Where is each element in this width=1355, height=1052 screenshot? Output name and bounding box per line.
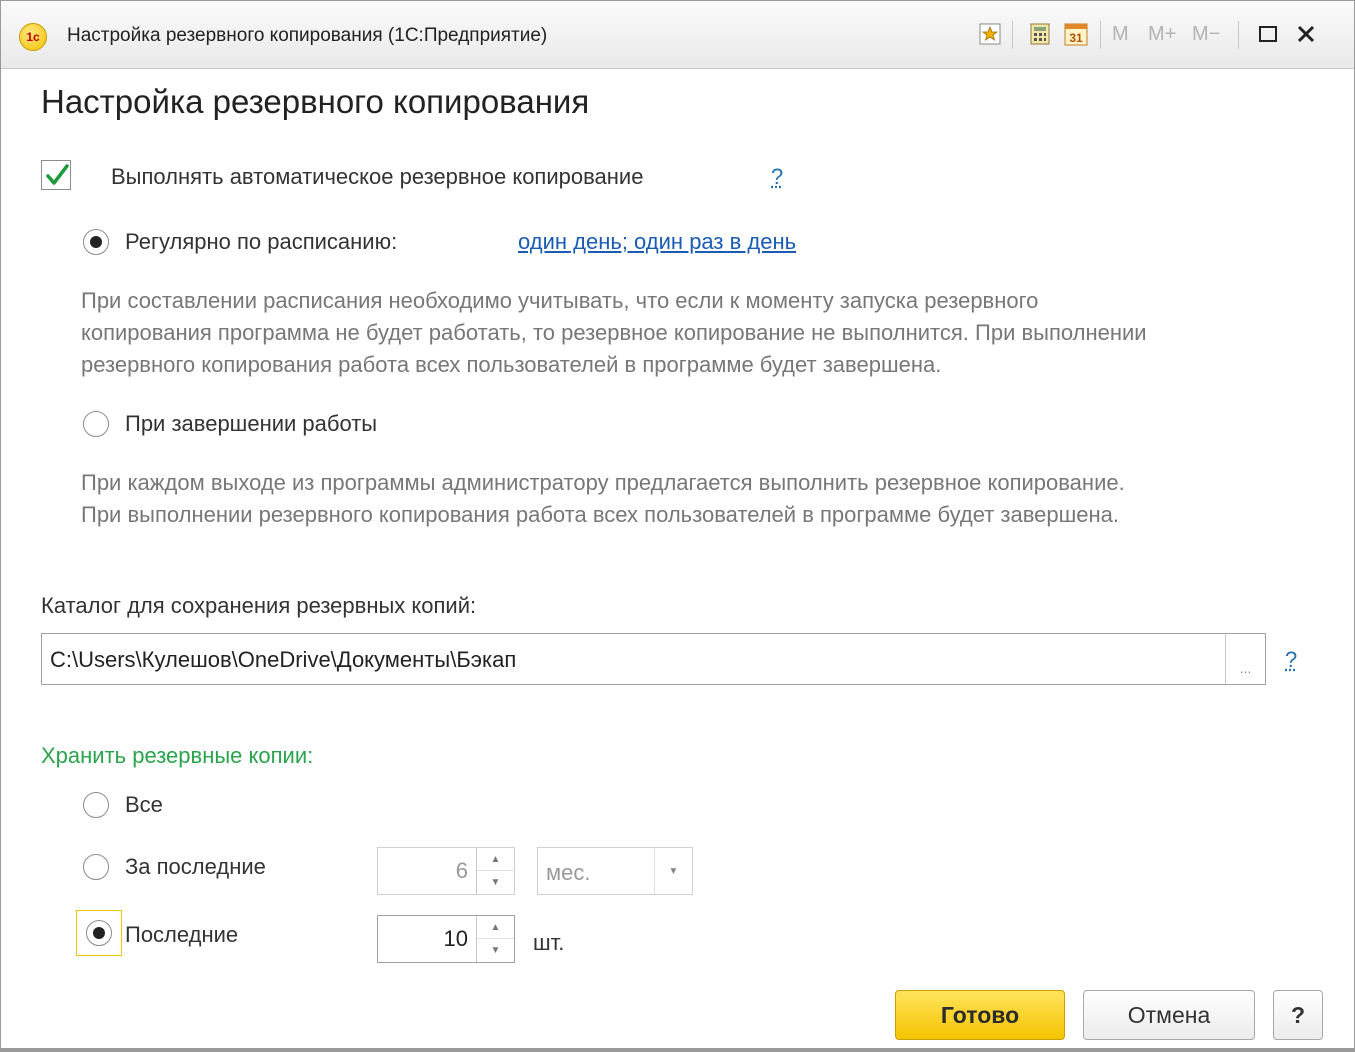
directory-input[interactable]: C:\Users\Кулешов\OneDrive\Документы\Бэка…	[41, 633, 1266, 685]
memory-m-button[interactable]: M	[1112, 23, 1129, 46]
memory-minus-button[interactable]: M−	[1192, 23, 1220, 46]
period-value: 6	[455, 858, 468, 883]
schedule-hint-line: резервного копирования работа всех польз…	[81, 352, 942, 377]
shutdown-radio[interactable]	[83, 411, 109, 437]
browse-button-label: ...	[1239, 660, 1252, 676]
keep-last-label[interactable]: Последние	[125, 922, 238, 948]
cancel-button[interactable]: Отмена	[1083, 990, 1255, 1040]
help-button[interactable]: ?	[1273, 990, 1323, 1040]
period-stepper-arrows: ▲ ▼	[476, 848, 514, 894]
shutdown-hint-line: При выполнении резервного копирования ра…	[81, 502, 1120, 527]
close-icon[interactable]	[1292, 19, 1320, 49]
schedule-hint-line: При составлении расписания необходимо уч…	[81, 288, 1039, 313]
schedule-link[interactable]: один день; один раз в день	[518, 229, 796, 255]
auto-backup-help-link[interactable]: ?	[771, 164, 783, 190]
calculator-icon[interactable]	[1026, 19, 1054, 49]
period-stepper[interactable]: 6 ▲ ▼	[377, 847, 515, 895]
keep-period-radio[interactable]	[83, 854, 109, 880]
ok-button[interactable]: Готово	[895, 990, 1065, 1040]
directory-help-link[interactable]: ?	[1285, 647, 1297, 673]
keep-period-label[interactable]: За последние	[125, 854, 266, 880]
keep-all-radio[interactable]	[83, 792, 109, 818]
title-toolbar: 31 M M+ M−	[954, 15, 1354, 55]
count-stepper-arrows: ▲ ▼	[476, 916, 514, 962]
schedule-hint: При составлении расписания необходимо уч…	[81, 285, 1147, 381]
stepper-down-icon[interactable]: ▼	[477, 871, 514, 894]
stepper-down-icon[interactable]: ▼	[477, 939, 514, 962]
chevron-down-icon[interactable]: ▼	[654, 848, 692, 894]
directory-label: Каталог для сохранения резервных копий:	[41, 593, 477, 618]
count-stepper[interactable]: 10 ▲ ▼	[377, 915, 515, 963]
auto-backup-checkbox[interactable]	[41, 160, 71, 190]
memory-plus-button[interactable]: M+	[1148, 23, 1176, 46]
calendar-icon[interactable]: 31	[1062, 19, 1090, 49]
window-title: Настройка резервного копирования (1С:Пре…	[67, 25, 548, 46]
maximize-icon[interactable]	[1254, 19, 1282, 49]
title-bar: 1c Настройка резервного копирования (1С:…	[1, 1, 1354, 69]
directory-value[interactable]: C:\Users\Кулешов\OneDrive\Документы\Бэка…	[50, 647, 516, 673]
auto-backup-label[interactable]: Выполнять автоматическое резервное копир…	[111, 164, 643, 190]
shutdown-hint-line: При каждом выходе из программы администр…	[81, 470, 1125, 495]
app-logo-text: 1c	[26, 30, 40, 44]
favorite-icon[interactable]	[976, 19, 1004, 49]
schedule-label[interactable]: Регулярно по расписанию:	[125, 229, 397, 255]
checkmark-icon	[46, 164, 69, 185]
stepper-up-icon[interactable]: ▲	[477, 916, 514, 939]
count-unit-label: шт.	[533, 930, 565, 955]
schedule-hint-line: копирования программа не будет работать,…	[81, 320, 1147, 345]
count-value: 10	[443, 926, 468, 951]
app-logo-icon: 1c	[19, 23, 47, 51]
page-title: Настройка резервного копирования	[41, 83, 590, 120]
period-unit-value: мес.	[546, 860, 591, 885]
calendar-day-text: 31	[1069, 31, 1083, 45]
shutdown-label[interactable]: При завершении работы	[125, 411, 377, 437]
keep-last-radio[interactable]	[86, 920, 112, 946]
stepper-up-icon[interactable]: ▲	[477, 848, 514, 871]
browse-button[interactable]: ...	[1225, 634, 1265, 684]
keep-all-label[interactable]: Все	[125, 792, 163, 818]
backup-settings-window: 1c Настройка резервного копирования (1С:…	[0, 0, 1355, 1052]
shutdown-hint: При каждом выходе из программы администр…	[81, 467, 1125, 531]
period-unit-select[interactable]: мес. ▼	[537, 847, 693, 895]
keep-backups-group-title: Хранить резервные копии:	[41, 743, 314, 768]
schedule-radio[interactable]	[83, 229, 109, 255]
